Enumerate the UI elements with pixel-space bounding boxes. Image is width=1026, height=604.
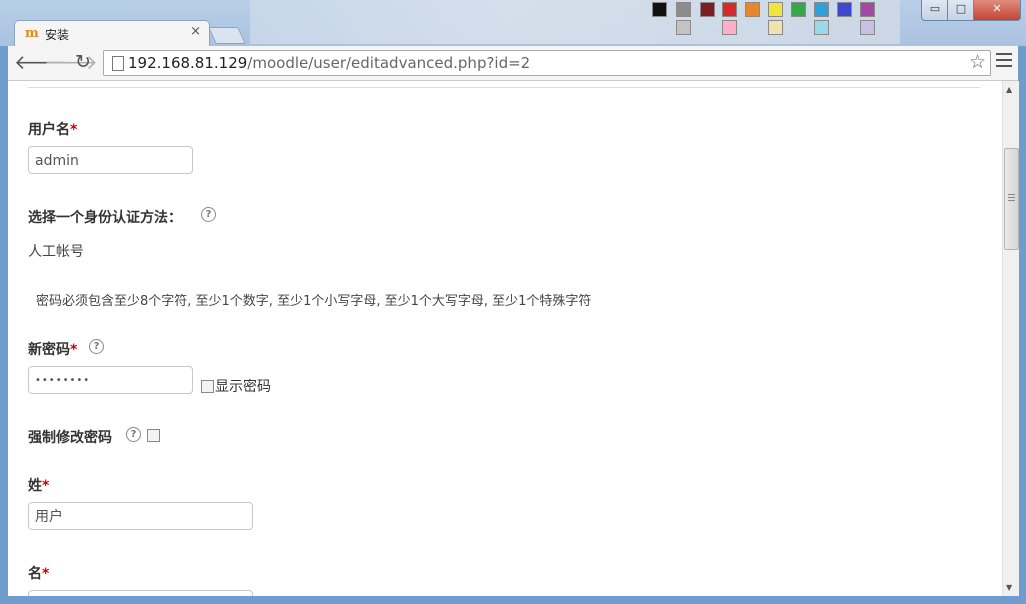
scrollbar-thumb[interactable] bbox=[1004, 148, 1019, 250]
force-password-change-label: 强制修改密码 bbox=[28, 430, 112, 446]
show-password-checkbox[interactable] bbox=[201, 380, 214, 393]
scroll-up-icon[interactable]: ▲ bbox=[1006, 85, 1012, 94]
page-scrollbar[interactable]: ▲ ▼ bbox=[1002, 81, 1019, 596]
new-password-label: 新密码* bbox=[28, 342, 78, 358]
back-arrow-icon[interactable]: 🡐 bbox=[14, 52, 68, 74]
url-path: /moodle/user/editadvanced.php?id=2 bbox=[247, 54, 531, 72]
browser-tab[interactable]: m 安装 × bbox=[14, 20, 210, 47]
bg-swatch bbox=[700, 2, 715, 17]
reload-icon[interactable]: ↻ bbox=[72, 52, 94, 74]
grip-line bbox=[1008, 194, 1015, 195]
bg-swatch bbox=[837, 2, 852, 17]
bg-swatch bbox=[768, 20, 783, 35]
show-password-label[interactable]: 显示密码 bbox=[215, 376, 271, 396]
bg-swatch bbox=[814, 2, 829, 17]
question-mark-icon[interactable]: ? bbox=[126, 427, 141, 442]
auth-method-label: 选择一个身份认证方法： bbox=[28, 210, 182, 226]
new-password-input[interactable]: •••••••• bbox=[28, 366, 193, 394]
divider bbox=[28, 87, 980, 88]
required-marker: * bbox=[70, 342, 78, 358]
moodle-favicon-icon: m bbox=[25, 26, 39, 41]
bg-swatch bbox=[676, 2, 691, 17]
bg-swatch bbox=[860, 20, 875, 35]
bg-swatch bbox=[768, 2, 783, 17]
lastname-input[interactable]: 用户 bbox=[28, 502, 253, 530]
page-content: 用户名* admin 选择一个身份认证方法： ? 人工帐号 密码必须包含至少8个… bbox=[8, 81, 1002, 596]
bg-swatch bbox=[722, 20, 737, 35]
maximize-button[interactable]: □ bbox=[947, 0, 975, 21]
browser-toolbar: 🡐 🡒 ↻ 192.168.81.129/moodle/user/editadv… bbox=[8, 46, 1018, 81]
new-tab-button[interactable] bbox=[208, 27, 246, 44]
question-mark-icon[interactable]: ? bbox=[201, 207, 216, 222]
address-bar[interactable]: 192.168.81.129/moodle/user/editadvanced.… bbox=[103, 50, 991, 76]
grip-line bbox=[1008, 200, 1015, 201]
close-window-button[interactable]: ✕ bbox=[973, 0, 1021, 21]
username-label: 用户名* bbox=[28, 122, 78, 138]
auth-method-value: 人工帐号 bbox=[28, 244, 84, 260]
tab-title: 安装 bbox=[45, 28, 70, 42]
required-marker: * bbox=[42, 478, 50, 494]
window-frame-bottom bbox=[0, 596, 1026, 604]
firstname-label: 名* bbox=[28, 566, 50, 582]
star-icon[interactable]: ☆ bbox=[969, 51, 986, 73]
hamburger-menu-icon[interactable] bbox=[996, 53, 1012, 71]
bg-swatch bbox=[722, 2, 737, 17]
password-policy-note: 密码必须包含至少8个字符, 至少1个数字, 至少1个小写字母, 至少1个大写字母… bbox=[36, 294, 592, 309]
bg-swatch bbox=[791, 2, 806, 17]
window-titlebar: m 安装 × ▭ □ ✕ bbox=[0, 0, 1026, 47]
username-input[interactable]: admin bbox=[28, 146, 193, 174]
url-host: 192.168.81.129 bbox=[128, 54, 248, 72]
required-marker: * bbox=[42, 566, 50, 582]
url-text[interactable]: 192.168.81.129/moodle/user/editadvanced.… bbox=[128, 54, 530, 72]
force-password-change-checkbox[interactable] bbox=[147, 429, 160, 442]
forward-arrow-icon[interactable]: 🡒 bbox=[44, 52, 98, 74]
scroll-down-icon[interactable]: ▼ bbox=[1006, 583, 1012, 592]
page-icon bbox=[112, 56, 124, 71]
lastname-label: 姓* bbox=[28, 478, 50, 494]
minimize-button[interactable]: ▭ bbox=[921, 0, 949, 21]
bg-swatch bbox=[860, 2, 875, 17]
question-mark-icon[interactable]: ? bbox=[89, 339, 104, 354]
tab-close-icon[interactable]: × bbox=[190, 24, 201, 39]
bg-swatch bbox=[745, 2, 760, 17]
required-marker: * bbox=[70, 122, 78, 138]
bg-swatch bbox=[676, 20, 691, 35]
grip-line bbox=[1008, 197, 1015, 198]
bg-swatch bbox=[814, 20, 829, 35]
bg-swatch bbox=[652, 2, 667, 17]
